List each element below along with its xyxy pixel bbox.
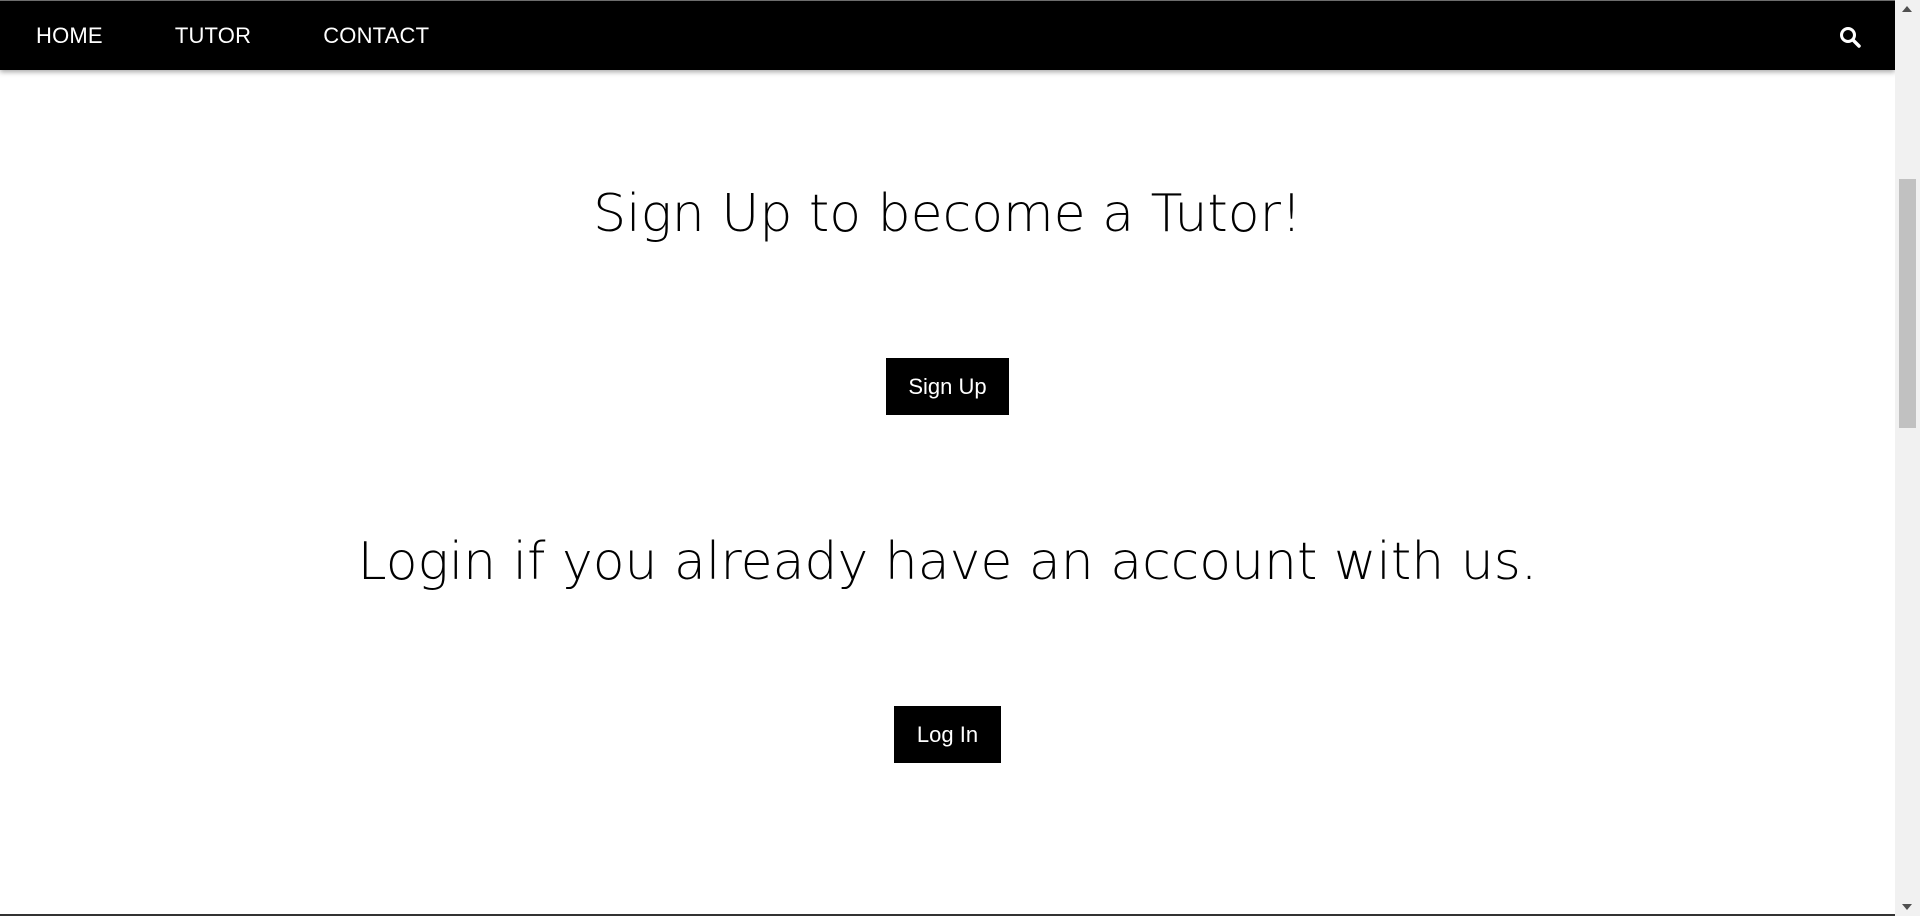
- scroll-thumb[interactable]: [1899, 179, 1916, 428]
- top-navbar: HOME TUTOR CONTACT: [0, 0, 1895, 70]
- scroll-down-arrow-icon[interactable]: [1902, 904, 1912, 910]
- login-button[interactable]: Log In: [894, 706, 1001, 763]
- vertical-scrollbar[interactable]: [1895, 0, 1920, 916]
- search-icon-graphic: [1840, 27, 1861, 48]
- search-icon[interactable]: [1838, 25, 1862, 49]
- nav-links: HOME TUTOR CONTACT: [36, 1, 501, 71]
- signup-heading: Sign Up to become a Tutor!: [593, 184, 1302, 244]
- login-heading: Login if you already have an account wit…: [357, 532, 1538, 592]
- scroll-up-arrow-icon[interactable]: [1902, 6, 1912, 12]
- nav-link-home[interactable]: HOME: [36, 23, 103, 49]
- nav-link-tutor[interactable]: TUTOR: [175, 23, 251, 49]
- page: HOME TUTOR CONTACT Sign Up to become a T…: [0, 0, 1920, 916]
- nav-link-contact[interactable]: CONTACT: [323, 23, 429, 49]
- signup-button[interactable]: Sign Up: [886, 358, 1009, 415]
- main-content: Sign Up to become a Tutor! Sign Up Login…: [0, 70, 1895, 916]
